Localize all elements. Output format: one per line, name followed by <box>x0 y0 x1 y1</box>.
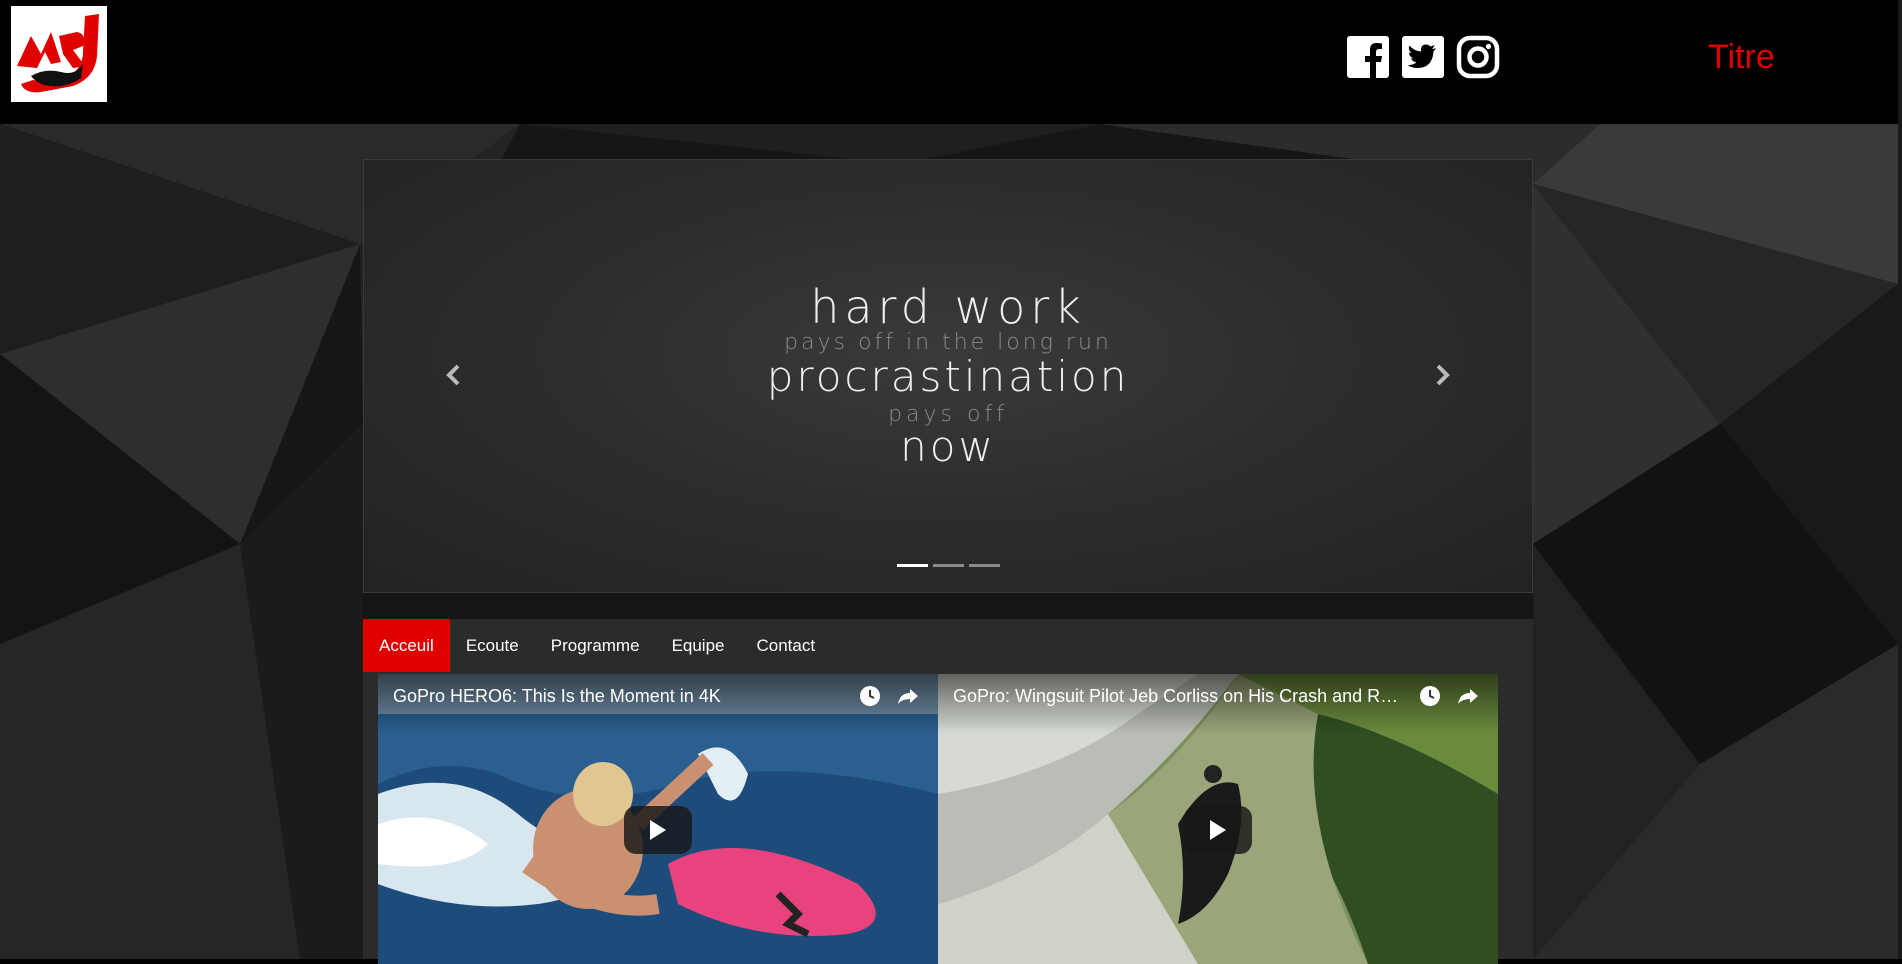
clock-icon[interactable] <box>858 684 882 708</box>
play-icon <box>650 820 666 840</box>
nav-item-equipe[interactable]: Equipe <box>656 619 741 672</box>
main-content: Acceuil Ecoute Programme Equipe Contact <box>363 619 1533 964</box>
site-header: Titre <box>0 0 1898 124</box>
nav-item-ecoute[interactable]: Ecoute <box>450 619 535 672</box>
carousel-indicators <box>897 564 1000 567</box>
carousel-slide: hard work pays off in the long run procr… <box>364 160 1532 592</box>
carousel-indicator-3[interactable] <box>969 564 1000 567</box>
share-icon[interactable] <box>896 684 920 708</box>
scrollbar[interactable] <box>1898 0 1902 959</box>
facebook-icon[interactable] <box>1346 35 1390 79</box>
chevron-left-icon[interactable] <box>439 360 469 390</box>
slide-line-1: hard work <box>810 280 1086 334</box>
twitter-icon[interactable] <box>1401 35 1445 79</box>
nav-item-programme[interactable]: Programme <box>535 619 656 672</box>
video-actions <box>858 684 920 708</box>
main-nav: Acceuil Ecoute Programme Equipe Contact <box>363 619 831 672</box>
nrj-logo[interactable] <box>11 6 107 102</box>
video-title[interactable]: GoPro: Wingsuit Pilot Jeb Corliss on His… <box>953 686 1408 707</box>
carousel-indicator-2[interactable] <box>933 564 964 567</box>
social-links <box>1346 35 1500 79</box>
share-icon[interactable] <box>1456 684 1480 708</box>
carousel-indicator-1[interactable] <box>897 564 928 567</box>
instagram-icon[interactable] <box>1456 35 1500 79</box>
video-title[interactable]: GoPro HERO6: This Is the Moment in 4K <box>393 686 721 707</box>
chevron-right-icon[interactable] <box>1427 360 1457 390</box>
video-embed-1[interactable]: GoPro HERO6: This Is the Moment in 4K <box>378 674 938 964</box>
nav-item-acceuil[interactable]: Acceuil <box>363 619 450 672</box>
slide-line-5: now <box>900 422 996 471</box>
slide-line-3: procrastination <box>766 352 1130 401</box>
play-button[interactable] <box>624 806 692 854</box>
play-button[interactable] <box>1184 806 1252 854</box>
play-icon <box>1210 820 1226 840</box>
hero-carousel: hard work pays off in the long run procr… <box>363 159 1533 593</box>
clock-icon[interactable] <box>1418 684 1442 708</box>
nrj-logo-icon <box>11 6 107 102</box>
video-actions <box>1418 684 1480 708</box>
header-title-link[interactable]: Titre <box>1708 38 1775 77</box>
video-embed-2[interactable]: GoPro: Wingsuit Pilot Jeb Corliss on His… <box>938 674 1498 964</box>
video-list: GoPro HERO6: This Is the Moment in 4K Go… <box>378 674 1499 964</box>
nav-item-contact[interactable]: Contact <box>741 619 832 672</box>
